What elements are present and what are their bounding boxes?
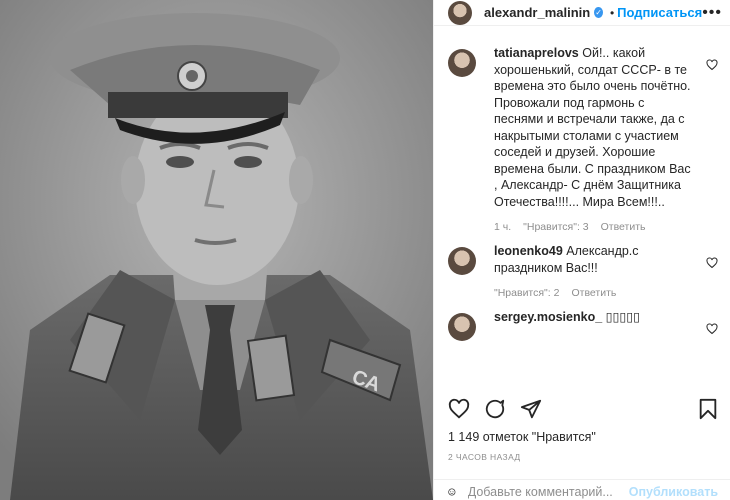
bookmark-icon[interactable] <box>698 398 718 420</box>
post-header: alexandr_malinin ✓ • Подписаться ••• <box>434 0 730 26</box>
reply-button[interactable]: Ответить <box>601 221 646 233</box>
ellipsis-icon[interactable]: ••• <box>702 4 722 22</box>
author-avatar[interactable] <box>448 0 472 25</box>
post-side-panel: alexandr_malinin ✓ • Подписаться ••• tat… <box>433 0 730 500</box>
comments-list[interactable]: tatianaprelovs Ой!.. какой хорошенький, … <box>434 45 730 385</box>
post-photo[interactable]: СА <box>0 0 433 500</box>
header-separator: • <box>609 5 615 20</box>
comment-input[interactable] <box>467 485 629 499</box>
publish-button[interactable]: Опубликовать <box>629 485 718 499</box>
add-comment-bar: Опубликовать <box>434 479 730 500</box>
like-heart-icon[interactable] <box>448 398 470 420</box>
commenter-avatar[interactable] <box>448 247 476 275</box>
commenter-avatar[interactable] <box>448 49 476 77</box>
comment-like-heart-icon[interactable] <box>706 59 718 71</box>
comment-username[interactable]: leonenko49 <box>494 244 563 258</box>
share-paper-plane-icon[interactable] <box>520 398 542 420</box>
follow-button[interactable]: Подписаться <box>617 5 702 20</box>
comment-username[interactable]: sergey.mosienko_ <box>494 310 602 324</box>
comment-like-heart-icon[interactable] <box>706 323 718 335</box>
comment-item: sergey.mosienko_ ▯▯▯▯▯ <box>448 309 718 341</box>
soldier-portrait-image: СА <box>0 0 433 500</box>
comment-likes-count[interactable]: "Нравится": 3 <box>523 221 588 233</box>
verified-badge-icon: ✓ <box>594 7 603 18</box>
comment-text: Ой!.. какой хорошенький, солдат СССР- в … <box>494 46 691 209</box>
likes-count[interactable]: 1 149 отметок "Нравится" <box>448 430 596 444</box>
commenter-avatar[interactable] <box>448 313 476 341</box>
comment-item: tatianaprelovs Ой!.. какой хорошенький, … <box>448 45 718 233</box>
comment-like-heart-icon[interactable] <box>706 257 718 269</box>
comment-age[interactable]: 1 ч. <box>494 221 511 233</box>
comment-username[interactable]: tatianaprelovs <box>494 46 579 60</box>
emoji-smiley-icon[interactable] <box>448 482 456 500</box>
author-username[interactable]: alexandr_malinin <box>484 5 590 20</box>
comment-item: leonenko49 Александр.с праздником Вас!!!… <box>448 243 718 299</box>
comment-likes-count[interactable]: "Нравится": 2 <box>494 287 559 299</box>
comment-bubble-icon[interactable] <box>484 398 506 420</box>
post-timestamp: 2 ЧАСОВ НАЗАД <box>448 452 521 462</box>
comment-text: ▯▯▯▯▯ <box>605 310 641 324</box>
reply-button[interactable]: Ответить <box>571 287 616 299</box>
post-actions-bar <box>448 395 718 423</box>
